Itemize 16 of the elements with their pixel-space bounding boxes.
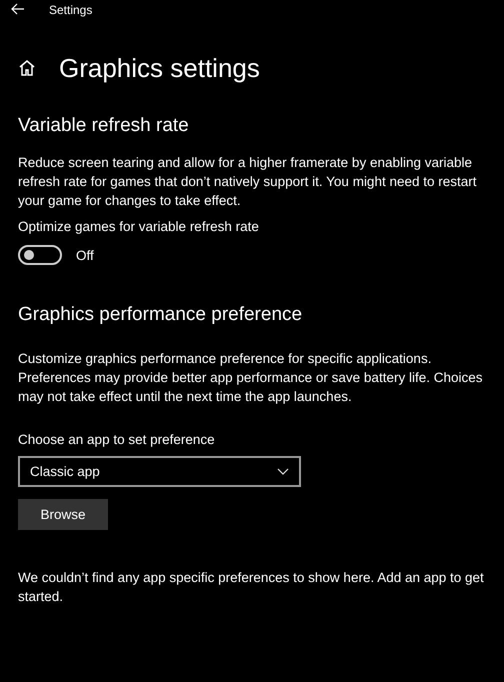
toggle-switch[interactable] xyxy=(18,245,62,265)
browse-button[interactable]: Browse xyxy=(18,499,108,530)
back-icon[interactable] xyxy=(11,3,25,15)
dropdown-label: Choose an app to set preference xyxy=(18,431,216,449)
section-title: Variable refresh rate xyxy=(18,114,190,138)
section-title: Graphics performance preference xyxy=(18,303,304,327)
section-description: Reduce screen tearing and allow for a higher framerate by enabling variable refresh rate for games that don’t natively support it. You might need to restart your game for changes to take effect. xyxy=(18,154,478,210)
section-description: Customize graphics performance preference for specific applications. Preferences may provide better app performance or save battery life. Choices may not take effect until the next time the app launches. xyxy=(18,350,484,406)
empty-message: We couldn’t find any app specific preferences to show here. Add an app to get started. xyxy=(18,569,485,606)
window-title: Settings xyxy=(49,3,92,17)
toggle-label: Optimize games for variable refresh rate xyxy=(18,218,260,236)
chevron-down-icon xyxy=(277,468,289,475)
page-title: Graphics settings xyxy=(59,52,260,84)
home-icon[interactable] xyxy=(18,59,36,77)
toggle-state: Off xyxy=(76,248,94,262)
app-type-dropdown[interactable]: Classic app xyxy=(18,456,301,487)
